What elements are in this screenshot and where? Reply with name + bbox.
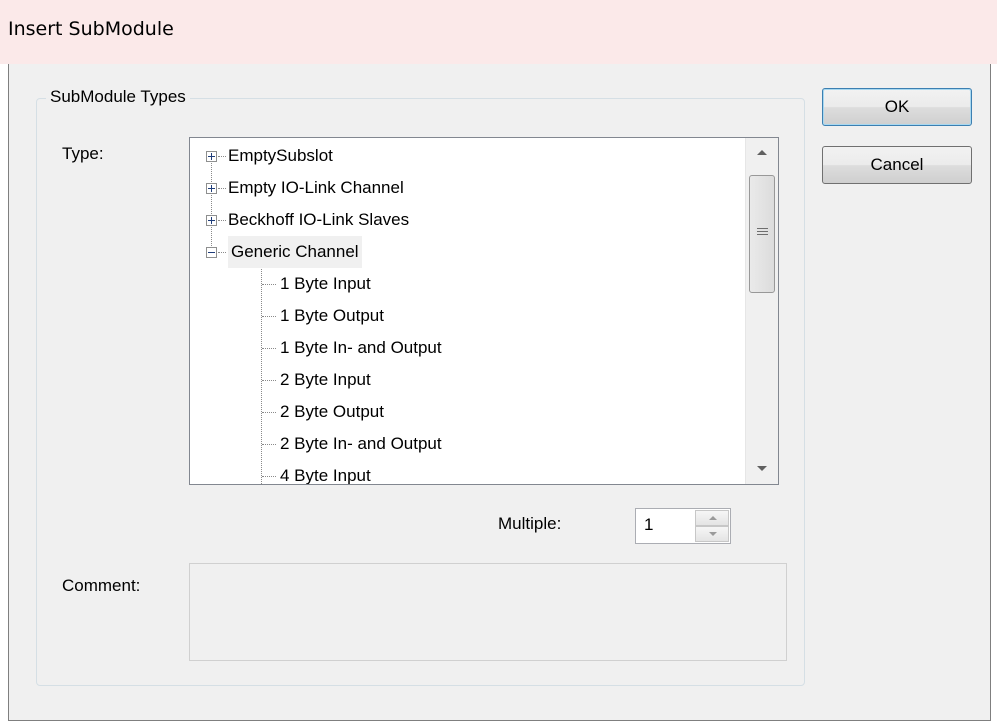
tree-item-label: 1 Byte In- and Output: [280, 338, 442, 357]
multiple-spinner[interactable]: 1: [635, 508, 731, 544]
submodule-type-tree[interactable]: EmptySubslot Empty IO-Link Channel Beckh…: [189, 137, 779, 485]
tree-item-generic-channel[interactable]: Generic Channel: [190, 236, 750, 268]
tree-item-1-byte-in-and-output[interactable]: 1 Byte In- and Output: [190, 332, 750, 364]
expand-plus-icon[interactable]: [206, 215, 217, 226]
tree-item-label: 2 Byte Input: [280, 370, 371, 389]
tree-item-label: 1 Byte Output: [280, 306, 384, 325]
tree-item-label: Generic Channel: [228, 236, 362, 268]
window-title: Insert SubModule: [8, 18, 174, 40]
tree-item-1-byte-input[interactable]: 1 Byte Input: [190, 268, 750, 300]
scroll-up-arrow-icon[interactable]: [746, 138, 778, 170]
multiple-label: Multiple:: [498, 514, 562, 533]
tree-item-label: Beckhoff IO-Link Slaves: [228, 210, 410, 229]
tree-item-4-byte-input[interactable]: 4 Byte Input: [190, 460, 750, 485]
tree-item-2-byte-input[interactable]: 2 Byte Input: [190, 364, 750, 396]
expand-plus-icon[interactable]: [206, 151, 217, 162]
collapse-minus-icon[interactable]: [206, 247, 217, 258]
title-bar: Insert SubModule: [0, 0, 997, 64]
group-legend: SubModule Types: [46, 87, 190, 107]
tree-item-empty-io-link-channel[interactable]: Empty IO-Link Channel: [190, 172, 750, 204]
spin-down-icon[interactable]: [695, 526, 729, 542]
tree-item-label: 4 Byte Input: [280, 466, 371, 485]
comment-field[interactable]: [189, 563, 787, 661]
cancel-button[interactable]: Cancel: [822, 146, 972, 184]
tree-item-emptysubslot[interactable]: EmptySubslot: [190, 140, 750, 172]
tree-item-label: 1 Byte Input: [280, 274, 371, 293]
tree-item-label: EmptySubslot: [228, 146, 333, 165]
tree-item-label: 2 Byte Output: [280, 402, 384, 421]
tree-item-2-byte-output[interactable]: 2 Byte Output: [190, 396, 750, 428]
comment-label: Comment:: [62, 576, 141, 595]
expand-plus-icon[interactable]: [206, 183, 217, 194]
type-label: Type:: [62, 144, 104, 163]
scroll-down-arrow-icon[interactable]: [746, 452, 778, 484]
tree-item-label: Empty IO-Link Channel: [228, 178, 404, 197]
tree-item-label: 2 Byte In- and Output: [280, 434, 442, 453]
tree-item-2-byte-in-and-output[interactable]: 2 Byte In- and Output: [190, 428, 750, 460]
spin-up-icon[interactable]: [695, 510, 729, 526]
tree-item-beckhoff-io-link-slaves[interactable]: Beckhoff IO-Link Slaves: [190, 204, 750, 236]
multiple-value: 1: [644, 515, 654, 534]
scroll-thumb[interactable]: [749, 175, 775, 293]
tree-vertical-scrollbar[interactable]: [745, 138, 778, 484]
ok-button[interactable]: OK: [822, 88, 972, 126]
tree-item-1-byte-output[interactable]: 1 Byte Output: [190, 300, 750, 332]
